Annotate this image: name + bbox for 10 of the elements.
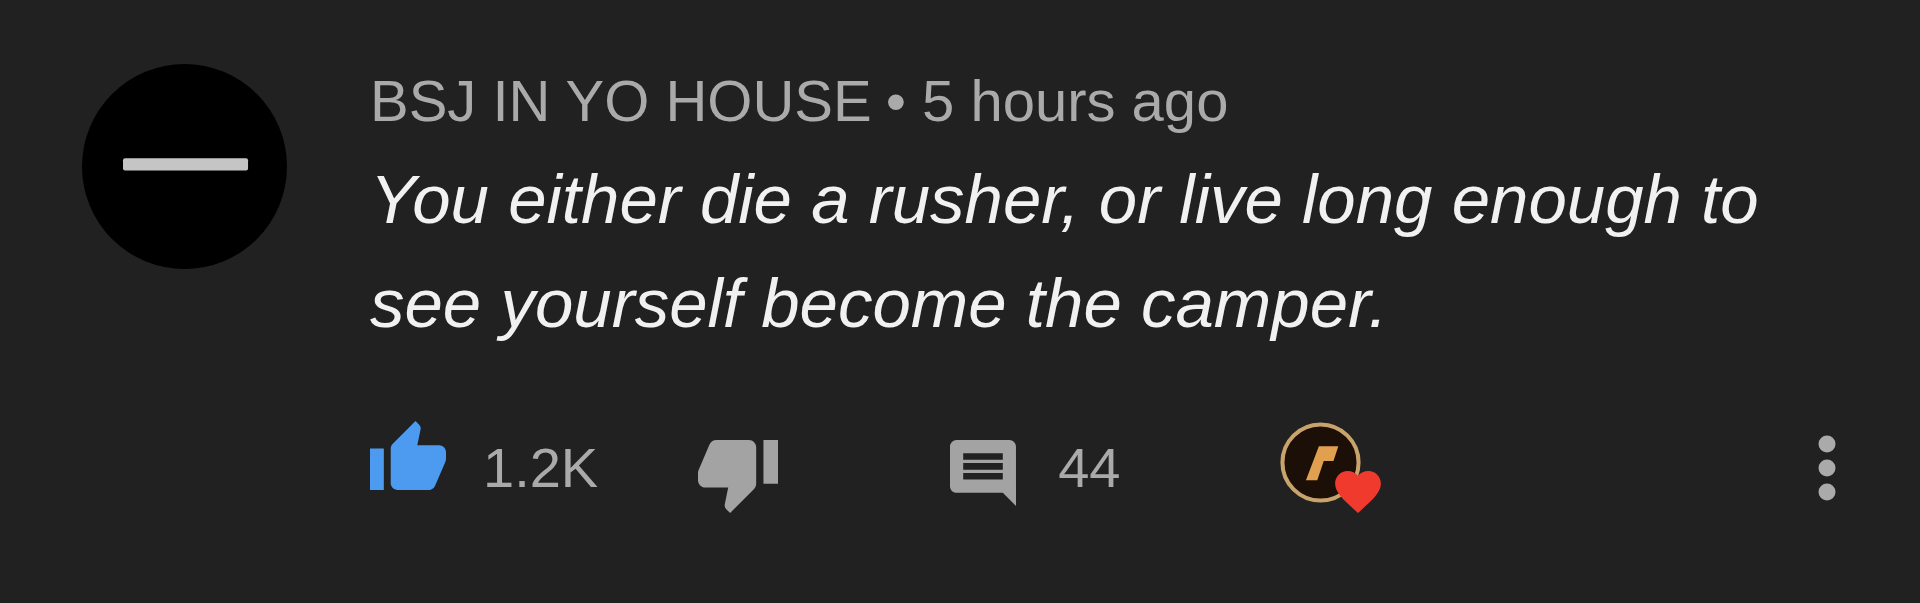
dislike-button[interactable] bbox=[698, 440, 779, 513]
like-count: 1.2K bbox=[483, 439, 599, 496]
like-button[interactable] bbox=[370, 421, 446, 490]
reply-count: 44 bbox=[1058, 439, 1121, 496]
channel-avatar[interactable] bbox=[82, 64, 287, 269]
reply-button[interactable] bbox=[950, 439, 1017, 506]
separator-dot: • bbox=[885, 72, 907, 130]
more-options-button[interactable] bbox=[1818, 434, 1836, 501]
comment-author[interactable]: BSJ IN YO HOUSE bbox=[370, 72, 872, 130]
comment-text: You either die a rusher, or live long enough to see yourself become the camper. bbox=[370, 160, 1760, 344]
